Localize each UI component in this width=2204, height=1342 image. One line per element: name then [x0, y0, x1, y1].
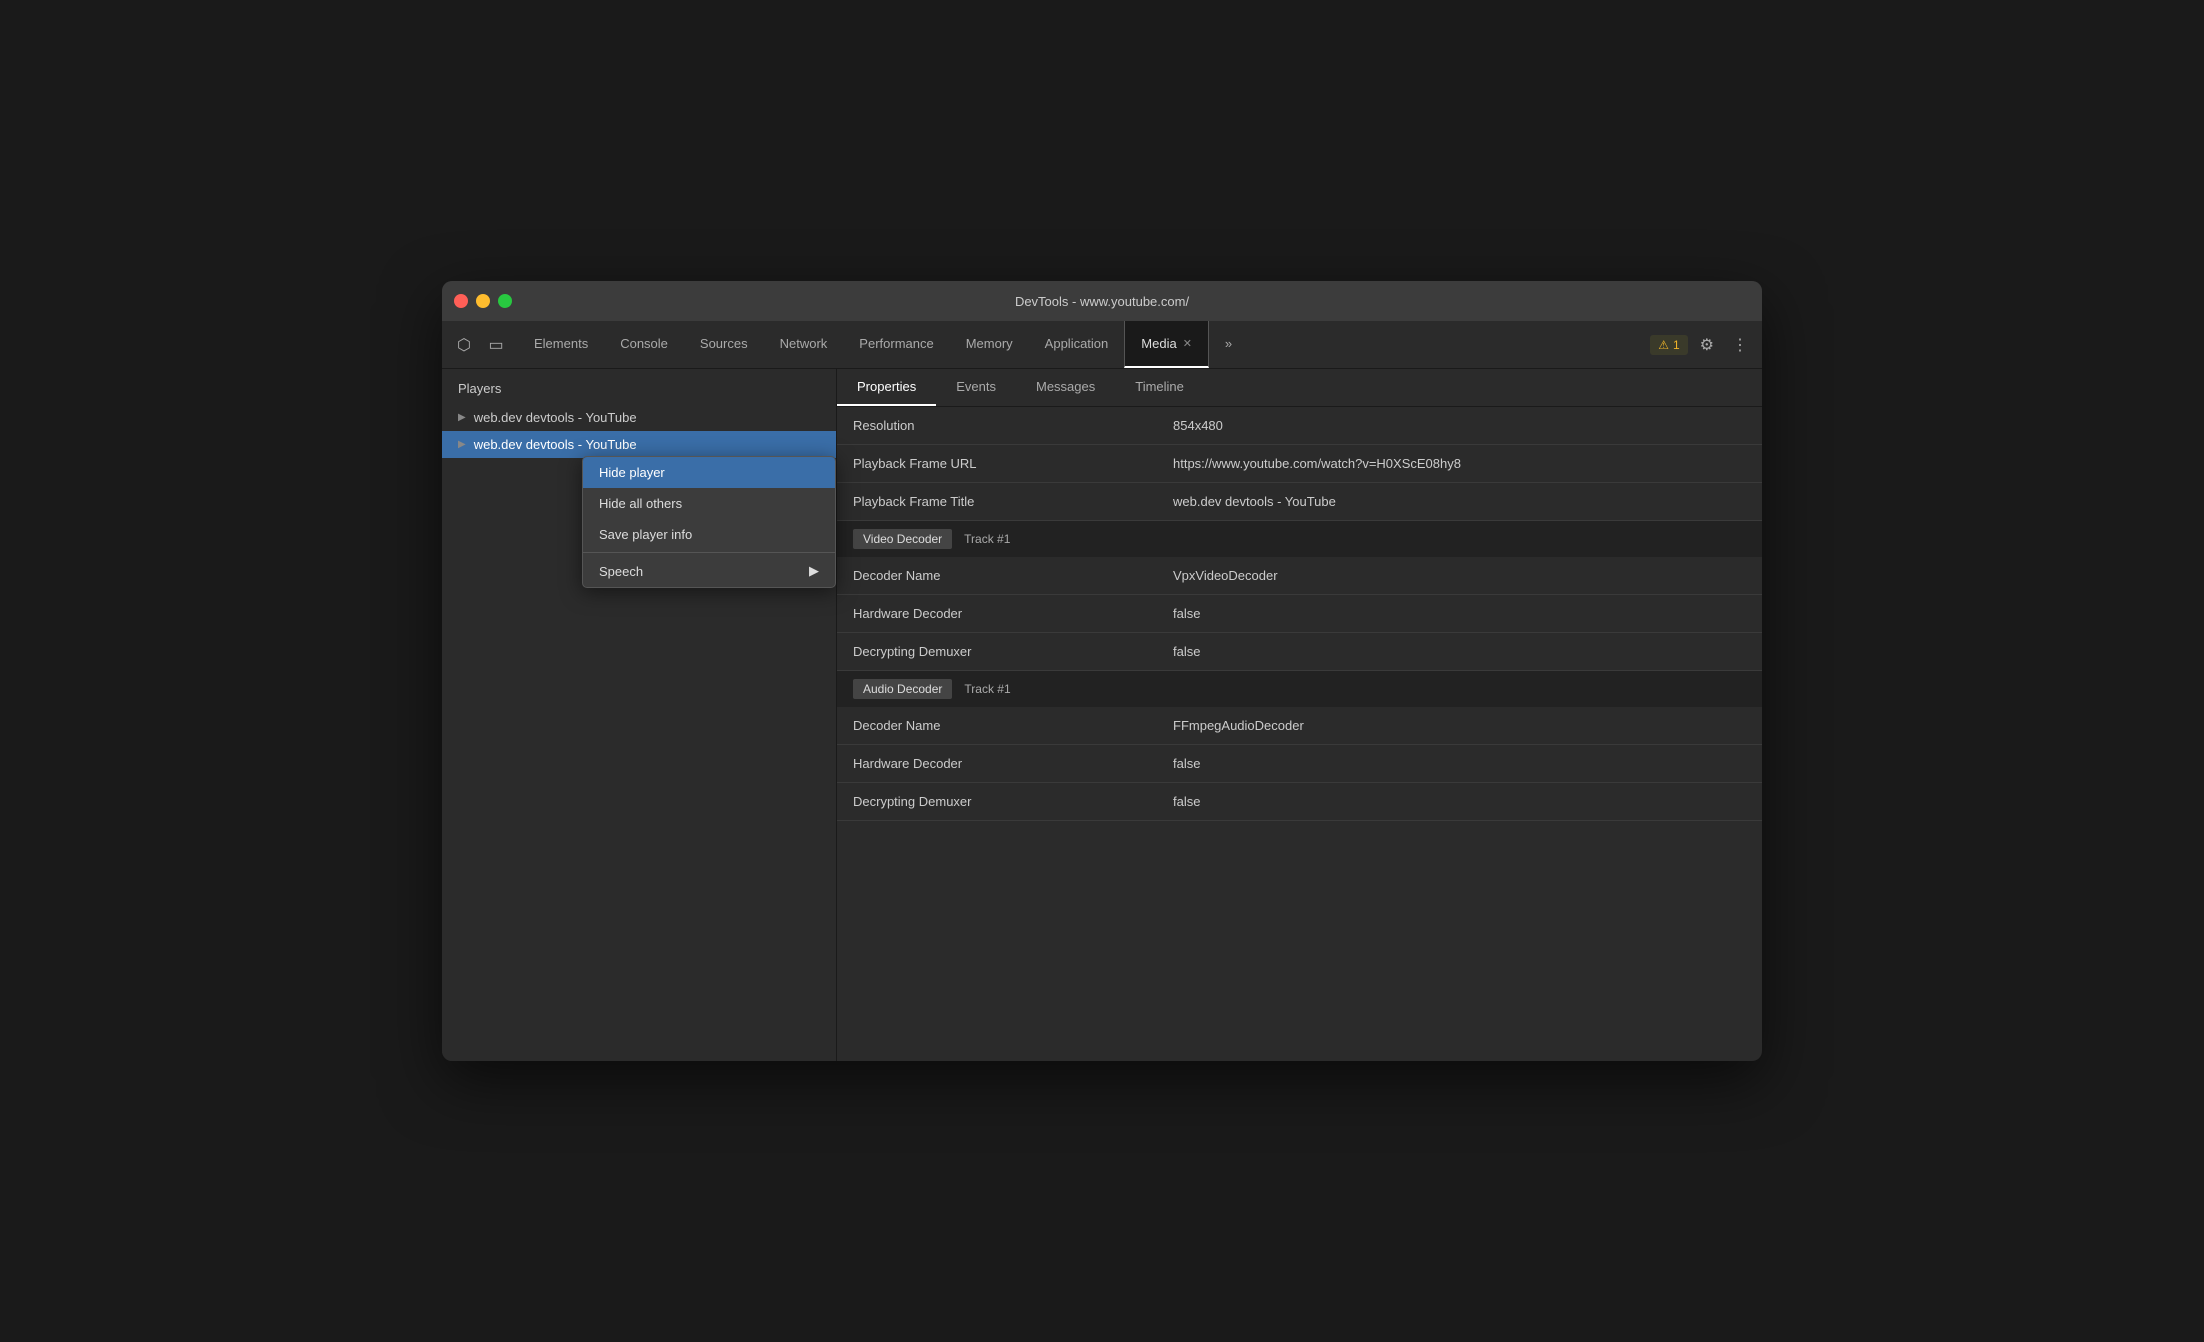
context-menu-hide-player[interactable]: Hide player: [583, 457, 835, 488]
tab-messages[interactable]: Messages: [1016, 369, 1115, 406]
cursor-icon[interactable]: ⬡: [450, 331, 478, 359]
tab-events[interactable]: Events: [936, 369, 1016, 406]
context-menu-hide-all-others[interactable]: Hide all others: [583, 488, 835, 519]
player-2-arrow: ▶: [458, 439, 466, 450]
audio-decoder-label: Audio Decoder: [853, 679, 952, 699]
prop-value-vd-hardware: false: [1157, 598, 1762, 629]
table-row: Playback Frame Title web.dev devtools - …: [837, 483, 1762, 521]
toolbar: ⬡ ▭ Elements Console Sources Network Per…: [442, 321, 1762, 369]
player-item-1[interactable]: ▶ web.dev devtools - YouTube: [442, 404, 836, 431]
table-row: Hardware Decoder false: [837, 745, 1762, 783]
window-title: DevTools - www.youtube.com/: [1015, 294, 1189, 309]
devtools-window: DevTools - www.youtube.com/ ⬡ ▭ Elements…: [442, 281, 1762, 1061]
main-content: Players ▶ web.dev devtools - YouTube ▶ w…: [442, 369, 1762, 1061]
toolbar-right: ⚠ 1 ⚙ ⋮: [1642, 321, 1762, 368]
traffic-lights: [454, 294, 512, 308]
panel: Properties Events Messages Timeline Reso…: [837, 369, 1762, 1061]
prop-key-vd-demuxer: Decrypting Demuxer: [837, 636, 1157, 667]
video-decoder-section-header: Video Decoder Track #1: [837, 521, 1762, 557]
prop-key-vd-name: Decoder Name: [837, 560, 1157, 591]
prop-value-playback-title: web.dev devtools - YouTube: [1157, 486, 1762, 517]
prop-value-ad-name: FFmpegAudioDecoder: [1157, 710, 1762, 741]
settings-button[interactable]: ⚙: [1694, 331, 1720, 359]
tab-elements[interactable]: Elements: [518, 321, 604, 368]
warning-badge[interactable]: ⚠ 1: [1650, 335, 1687, 355]
close-button[interactable]: [454, 294, 468, 308]
audio-decoder-section-header: Audio Decoder Track #1: [837, 671, 1762, 707]
tab-memory[interactable]: Memory: [950, 321, 1029, 368]
tab-media-close[interactable]: ✕: [1183, 337, 1192, 350]
table-row: Playback Frame URL https://www.youtube.c…: [837, 445, 1762, 483]
prop-key-vd-hardware: Hardware Decoder: [837, 598, 1157, 629]
sidebar-title: Players: [442, 377, 836, 404]
prop-value-ad-demuxer: false: [1157, 786, 1762, 817]
table-row: Decrypting Demuxer false: [837, 633, 1762, 671]
table-row: Hardware Decoder false: [837, 595, 1762, 633]
context-menu-divider: [583, 552, 835, 553]
player-1-arrow: ▶: [458, 412, 466, 423]
prop-key-ad-hardware: Hardware Decoder: [837, 748, 1157, 779]
more-tabs-icon: »: [1225, 336, 1232, 351]
table-row: Decoder Name VpxVideoDecoder: [837, 557, 1762, 595]
title-bar: DevTools - www.youtube.com/: [442, 281, 1762, 321]
video-decoder-label: Video Decoder: [853, 529, 952, 549]
prop-key-playback-url: Playback Frame URL: [837, 448, 1157, 479]
prop-key-ad-name: Decoder Name: [837, 710, 1157, 741]
tab-application[interactable]: Application: [1029, 321, 1125, 368]
table-row: Decoder Name FFmpegAudioDecoder: [837, 707, 1762, 745]
player-item-2[interactable]: ▶ web.dev devtools - YouTube: [442, 431, 836, 458]
audio-decoder-track: Track #1: [964, 682, 1010, 696]
panel-tabs: Properties Events Messages Timeline: [837, 369, 1762, 407]
minimize-button[interactable]: [476, 294, 490, 308]
warning-count: 1: [1673, 338, 1680, 352]
prop-key-ad-demuxer: Decrypting Demuxer: [837, 786, 1157, 817]
context-menu: Hide player Hide all others Save player …: [582, 456, 836, 588]
tab-console[interactable]: Console: [604, 321, 684, 368]
maximize-button[interactable]: [498, 294, 512, 308]
tab-more[interactable]: »: [1209, 321, 1248, 368]
properties-table: Resolution 854x480 Playback Frame URL ht…: [837, 407, 1762, 1061]
prop-value-vd-name: VpxVideoDecoder: [1157, 560, 1762, 591]
prop-value-playback-url: https://www.youtube.com/watch?v=H0XScE08…: [1157, 448, 1762, 479]
prop-key-resolution: Resolution: [837, 410, 1157, 441]
tab-sources[interactable]: Sources: [684, 321, 764, 368]
sidebar: Players ▶ web.dev devtools - YouTube ▶ w…: [442, 369, 837, 1061]
table-row: Resolution 854x480: [837, 407, 1762, 445]
prop-key-playback-title: Playback Frame Title: [837, 486, 1157, 517]
toolbar-left: ⬡ ▭: [442, 321, 518, 368]
tab-properties[interactable]: Properties: [837, 369, 936, 406]
device-icon[interactable]: ▭: [482, 331, 510, 359]
context-menu-save-player-info[interactable]: Save player info: [583, 519, 835, 550]
speech-submenu-arrow: ▶: [809, 563, 819, 579]
prop-value-resolution: 854x480: [1157, 410, 1762, 441]
prop-value-vd-demuxer: false: [1157, 636, 1762, 667]
table-row: Decrypting Demuxer false: [837, 783, 1762, 821]
video-decoder-track: Track #1: [964, 532, 1010, 546]
tab-media[interactable]: Media ✕: [1124, 321, 1209, 368]
more-button[interactable]: ⋮: [1726, 331, 1754, 359]
player-2-label: web.dev devtools - YouTube: [474, 437, 637, 452]
tab-network[interactable]: Network: [764, 321, 844, 368]
warning-icon: ⚠: [1658, 338, 1669, 352]
player-1-label: web.dev devtools - YouTube: [474, 410, 637, 425]
toolbar-tabs: Elements Console Sources Network Perform…: [518, 321, 1642, 368]
context-menu-speech[interactable]: Speech ▶: [583, 555, 835, 587]
prop-value-ad-hardware: false: [1157, 748, 1762, 779]
context-menu-popup: Hide player Hide all others Save player …: [582, 456, 836, 588]
tab-timeline[interactable]: Timeline: [1115, 369, 1204, 406]
tab-performance[interactable]: Performance: [843, 321, 949, 368]
